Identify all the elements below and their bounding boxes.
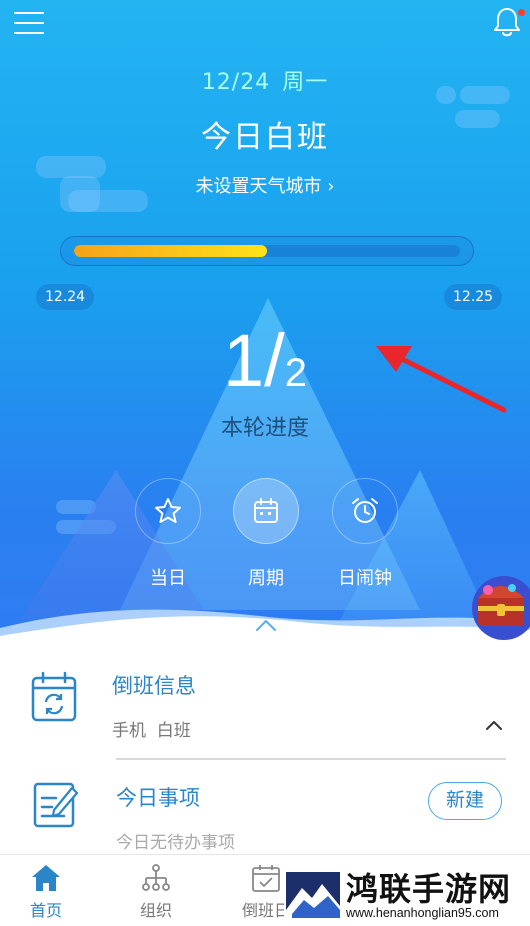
progress-total: 2	[284, 351, 307, 395]
cycle-action-label: 周期	[248, 568, 284, 589]
progress-current: 1	[223, 319, 265, 402]
hamburger-menu-icon[interactable]	[14, 12, 44, 36]
nav-home[interactable]: 首页	[6, 859, 86, 925]
weather-city-link[interactable]: 未设置天气城市 ›	[0, 172, 530, 198]
watermark: 鸿联手游网 www.henanhonglian95.com	[284, 862, 530, 926]
today-items-subtitle: 今日无待办事项	[116, 833, 235, 853]
chevron-up-icon[interactable]	[484, 718, 504, 732]
progress-fill	[74, 245, 267, 257]
cycle-progress-bar	[60, 236, 474, 266]
date-line: 12/24 周一	[0, 64, 530, 96]
alarm-clock-icon	[352, 498, 378, 523]
notification-dot	[518, 9, 525, 16]
note-edit-icon	[33, 782, 79, 828]
watermark-title: 鸿联手游网	[346, 870, 512, 908]
annotation-arrow-icon	[376, 346, 507, 413]
star-icon	[155, 498, 181, 523]
calendar-sync-icon	[31, 671, 77, 722]
nav-home-label: 首页	[29, 901, 62, 920]
home-icon	[32, 865, 60, 891]
new-item-button[interactable]: 新建	[428, 782, 502, 820]
end-day-chip: 12.25	[444, 284, 503, 310]
shift-info-subtitle: 手机 白班	[112, 721, 191, 741]
alarm-action-label: 日闹钟	[338, 568, 392, 589]
page-title: 今日白班	[201, 120, 329, 155]
card-divider	[116, 758, 506, 760]
nav-organization[interactable]: 组织	[116, 859, 196, 925]
cycle-action-button[interactable]	[233, 478, 299, 544]
weekday-text: 周一	[282, 70, 329, 95]
today-items-title[interactable]: 今日事项	[116, 782, 200, 812]
nav-organization-label: 组织	[139, 901, 172, 920]
shift-info-title[interactable]: 倒班信息	[112, 670, 196, 700]
chevron-up-icon[interactable]	[254, 616, 278, 634]
today-action-button[interactable]	[135, 478, 201, 544]
alarm-action-button[interactable]	[332, 478, 398, 544]
watermark-logo-icon	[286, 872, 340, 918]
calendar-icon	[254, 498, 278, 523]
calendar-check-icon	[252, 865, 280, 892]
org-chart-icon	[142, 864, 170, 891]
treasure-chest-icon[interactable]	[466, 566, 530, 642]
date-text: 12/24	[201, 70, 271, 95]
start-day-chip: 12.24	[36, 284, 95, 310]
progress-track	[74, 245, 460, 257]
today-action-label: 当日	[150, 568, 186, 589]
ratio-slash: /	[264, 319, 285, 402]
watermark-url: www.henanhonglian95.com	[346, 906, 499, 920]
bell-icon[interactable]	[492, 6, 525, 40]
